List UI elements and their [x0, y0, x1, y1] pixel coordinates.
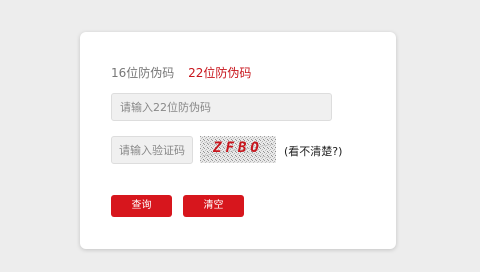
captcha-text: ZFBO — [212, 140, 263, 156]
query-button[interactable]: 查询 — [111, 195, 172, 217]
refresh-captcha-link[interactable]: (看不清楚?) — [284, 143, 342, 159]
tab-16-digit[interactable]: 16位防伪码 — [111, 66, 174, 80]
captcha-image[interactable]: ZFBO — [200, 136, 276, 163]
query-card: 16位防伪码 22位防伪码 ZFBO (看不清楚?) 查询 清空 — [80, 32, 396, 249]
clear-button[interactable]: 清空 — [183, 195, 244, 217]
tab-22-digit[interactable]: 22位防伪码 — [188, 66, 251, 80]
code-type-tabs: 16位防伪码 22位防伪码 — [111, 66, 251, 80]
anti-counterfeit-code-input[interactable] — [111, 93, 332, 121]
captcha-input[interactable] — [111, 136, 193, 164]
